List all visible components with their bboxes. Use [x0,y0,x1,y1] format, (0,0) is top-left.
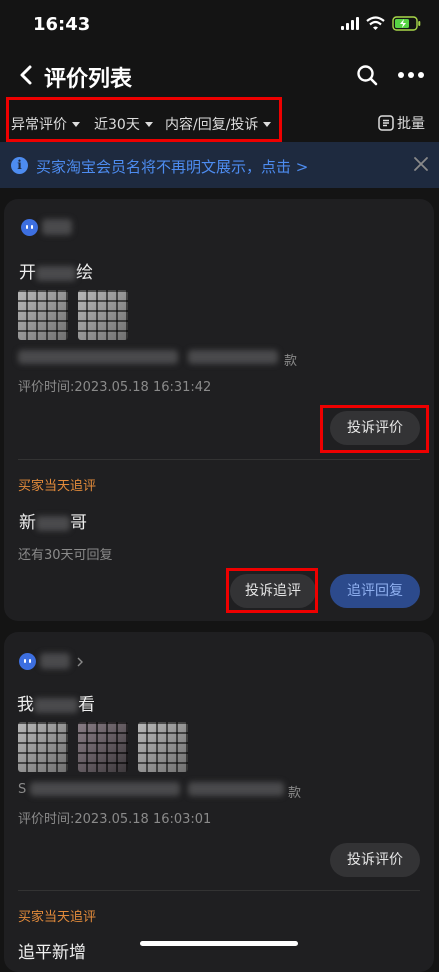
batch-button[interactable]: 批量 [378,113,425,133]
buyer-name-masked [42,219,72,235]
wifi-icon [366,16,385,30]
notice-banner[interactable]: i 买家淘宝会员名将不再明文展示，点击 > [0,142,439,188]
avatar [21,219,38,236]
sku-masked [188,782,284,796]
comment-masked [36,265,76,281]
reply-window: 还有30天可回复 [18,548,113,563]
status-time: 16:43 [33,14,91,35]
notice-text[interactable]: 买家淘宝会员名将不再明文展示，点击 > [36,156,308,177]
divider [18,459,420,460]
highlight-box [320,405,429,453]
followup-end: 哥 [70,513,87,533]
review-time: 评价时间:2023.05.18 16:31:42 [18,380,212,395]
review-comment: 我看 [17,690,95,715]
review-photo[interactable] [78,722,128,772]
home-indicator [140,941,298,946]
review-photo[interactable] [138,722,188,772]
review-comment: 开绘 [19,258,93,283]
complain-review-button[interactable]: 投诉评价 [330,843,420,877]
signal-icon [341,17,359,30]
sku-text: 款 [284,354,298,369]
comment-masked [34,697,78,713]
followup-start: 新 [19,513,36,533]
followup-tag: 买家当天追评 [18,910,97,925]
highlight-box [226,568,318,613]
info-icon: i [11,157,28,174]
followup-comment: 新哥 [19,508,87,533]
comment-end: 绘 [76,263,93,283]
chevron-right-icon[interactable] [76,656,84,668]
followup-tag: 买家当天追评 [18,479,97,494]
review-photo[interactable] [78,290,128,340]
back-icon[interactable] [14,62,40,88]
review-time: 评价时间:2023.05.18 16:03:01 [18,812,212,827]
comment-start: 开 [19,263,36,283]
sku-masked [188,350,278,364]
comment-start: 我 [17,695,34,715]
more-icon[interactable] [396,64,426,86]
buyer-name-masked [40,653,70,669]
batch-icon [378,115,394,131]
sku-masked [30,782,180,796]
page-title: 评价列表 [44,67,133,92]
divider [18,890,420,891]
highlight-box [6,97,282,142]
followup-reply-button[interactable]: 追评回复 [330,574,420,608]
comment-end: 看 [78,695,95,715]
followup-masked [36,515,70,531]
sku-text: 款 [288,786,302,801]
close-icon[interactable] [412,155,430,173]
search-icon[interactable] [355,63,379,87]
review-photo[interactable] [18,290,68,340]
followup-comment: 追平新增 [18,943,86,963]
review-photo[interactable] [18,722,68,772]
batch-label: 批量 [397,116,425,132]
sku-masked [18,350,178,364]
review-card: 我看 S 款 评价时间:2023.05.18 16:03:01 投诉评价 买家当… [4,632,434,972]
battery-icon [392,16,421,31]
sku-start: S [18,782,27,797]
avatar [19,653,36,670]
